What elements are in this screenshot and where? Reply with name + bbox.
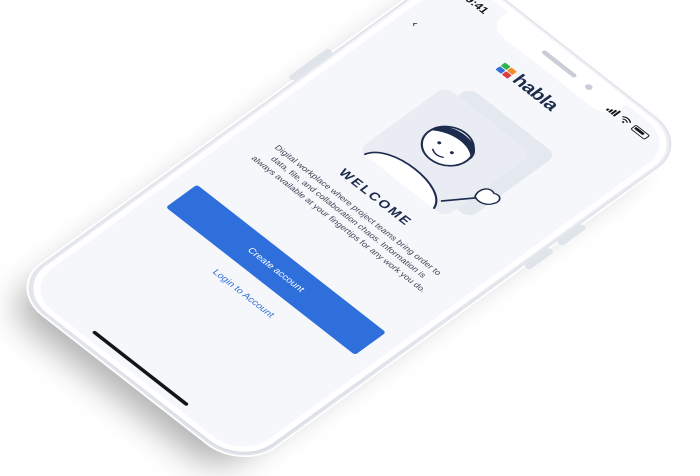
speaker-grille	[540, 49, 578, 79]
status-icons	[605, 105, 651, 140]
back-chevron-icon[interactable]: ‹	[409, 19, 423, 29]
phone-device: 9:41 ‹ habla WELCOME Digital workplace w…	[5, 0, 695, 473]
status-time: 9:41	[462, 0, 492, 17]
volume-down-button	[523, 247, 555, 270]
product-mockup: 9:41 ‹ habla WELCOME Digital workplace w…	[0, 0, 700, 473]
front-camera	[583, 83, 595, 92]
battery-icon	[630, 124, 651, 140]
volume-up-button	[556, 223, 587, 247]
wifi-icon	[621, 116, 631, 123]
home-indicator	[91, 330, 190, 407]
